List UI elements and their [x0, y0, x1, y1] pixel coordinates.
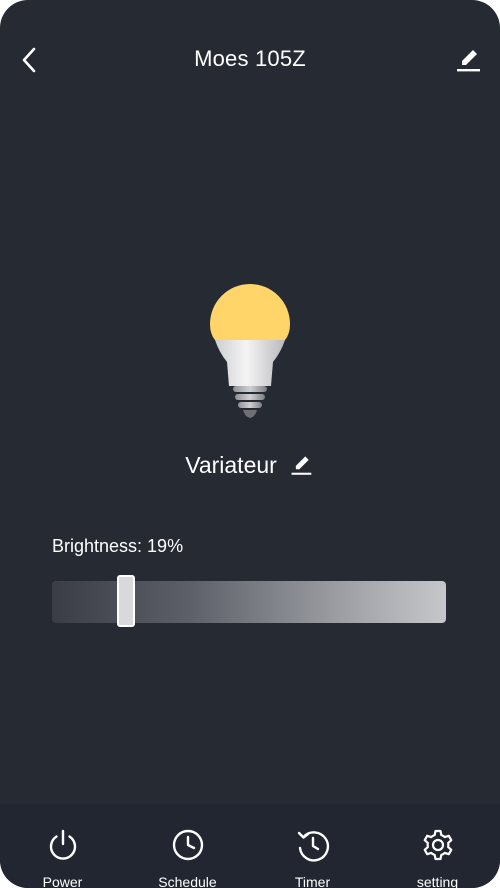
edit-mode-button[interactable]: [287, 451, 315, 479]
pencil-icon: [457, 50, 480, 72]
brightness-slider[interactable]: [52, 575, 446, 627]
brightness-label: Brightness: 19%: [52, 536, 184, 556]
mode-row: Variateur: [0, 448, 500, 482]
light-bulb-icon: [210, 284, 290, 418]
gear-icon: [420, 828, 456, 862]
edit-device-button[interactable]: [450, 42, 486, 78]
mode-label: Variateur: [185, 451, 277, 478]
tab-setting-label: setting: [416, 874, 459, 888]
chevron-left-icon: [22, 47, 36, 73]
tab-power-label: Power: [42, 874, 83, 888]
tab-power[interactable]: Power: [0, 804, 125, 888]
page-title: Moes 105Z: [194, 46, 306, 71]
tab-schedule-label: Schedule: [158, 874, 217, 888]
bottom-tab-bar: Power Schedule Timer setting: [0, 804, 500, 888]
brightness-slider-thumb[interactable]: [116, 575, 135, 627]
pencil-icon: [291, 456, 312, 475]
tab-timer[interactable]: Timer: [250, 804, 375, 888]
tab-timer-label: Timer: [294, 874, 331, 888]
tab-schedule[interactable]: Schedule: [125, 804, 250, 888]
power-icon: [45, 828, 81, 862]
clock-icon: [170, 828, 206, 862]
tab-setting[interactable]: setting: [375, 804, 500, 888]
device-screen: Moes 105Z Variateur Brightness: 19% Powe…: [0, 0, 500, 888]
back-button[interactable]: [12, 42, 48, 78]
timer-icon: [295, 828, 331, 862]
header: Moes 105Z: [0, 0, 500, 122]
